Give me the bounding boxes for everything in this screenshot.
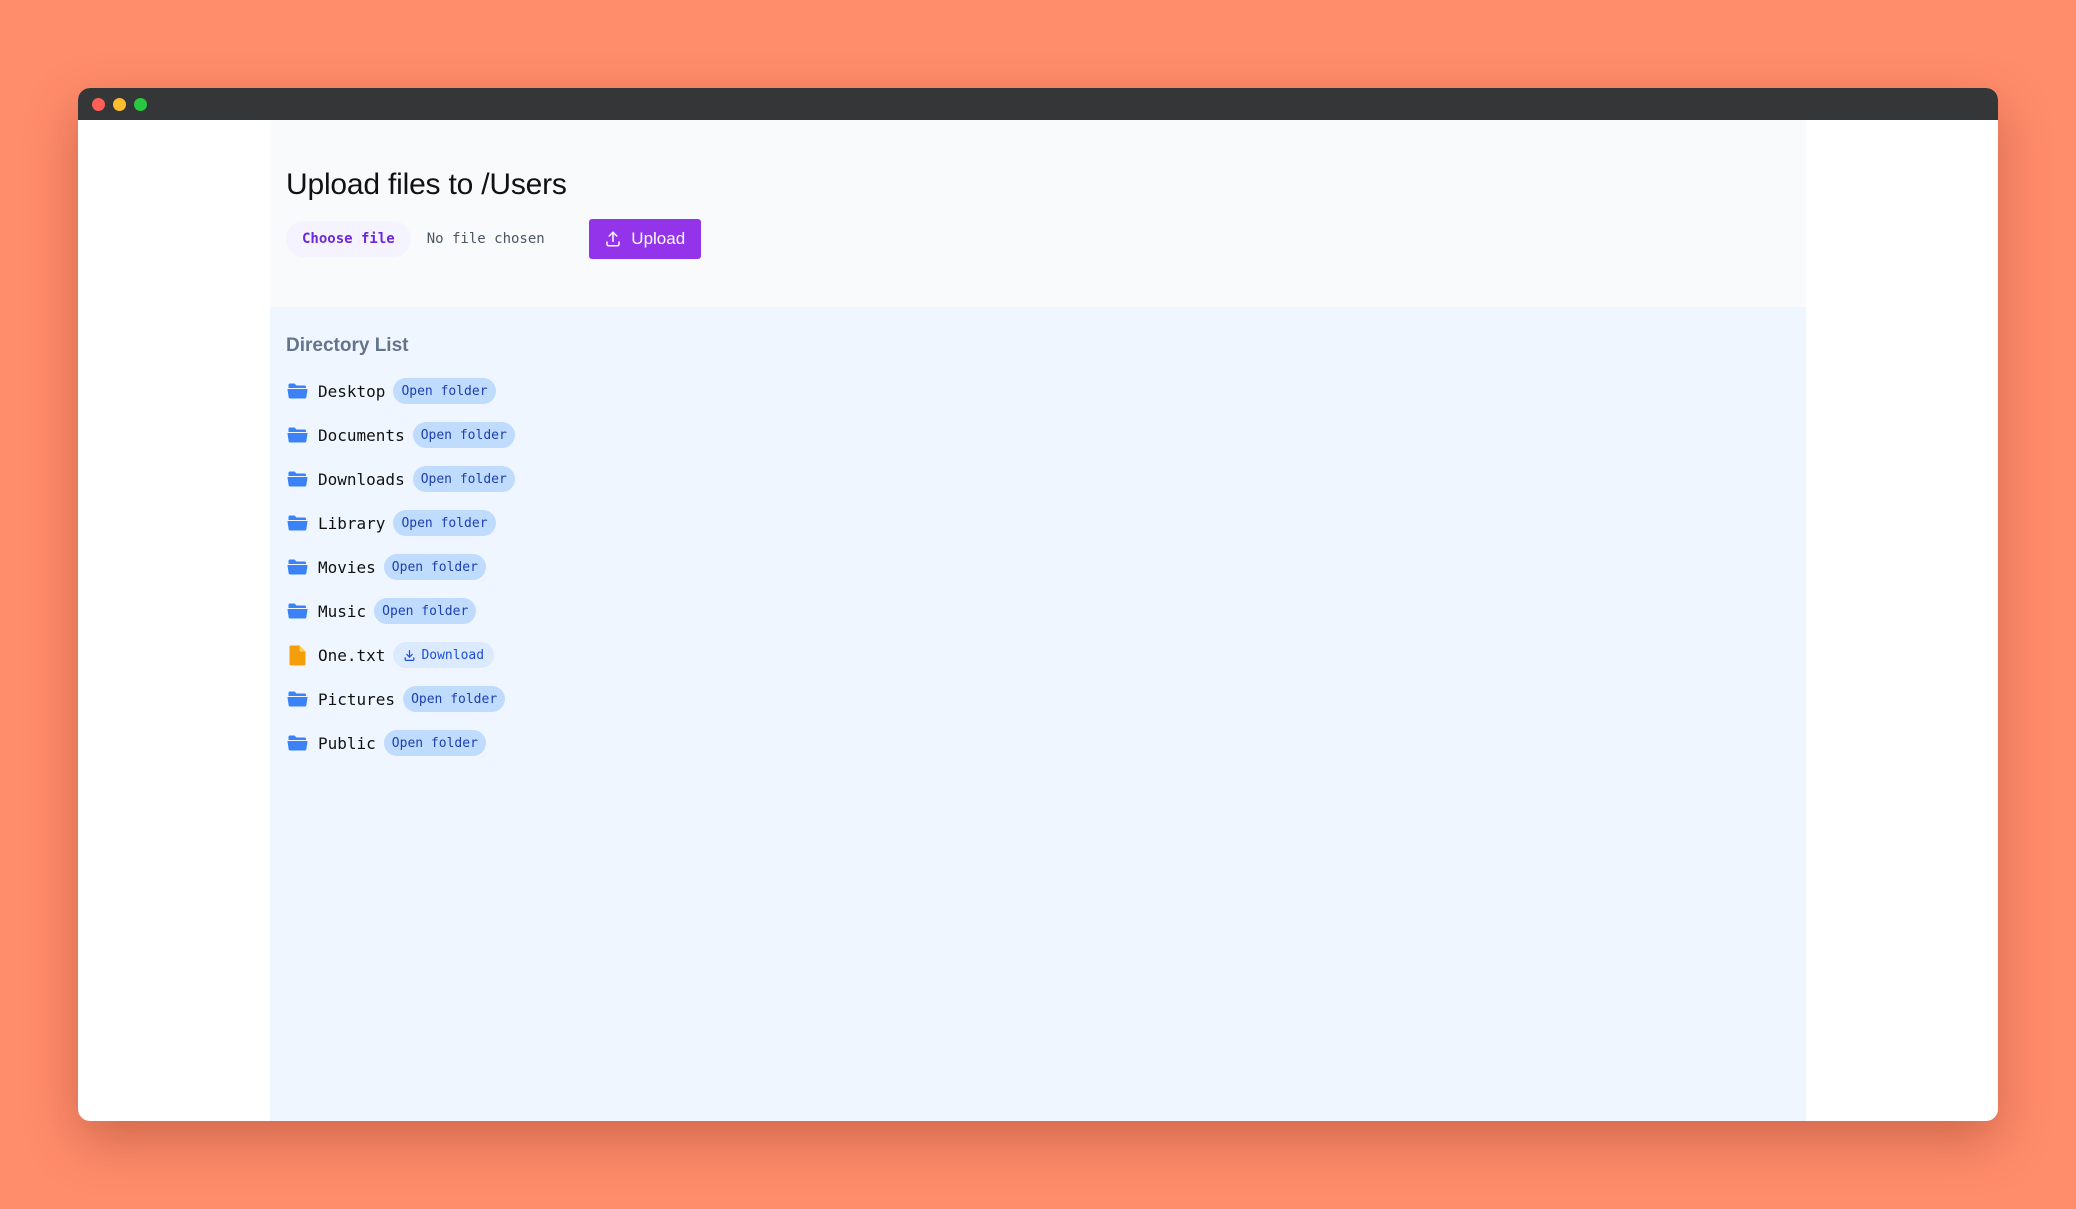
folder-icon bbox=[286, 600, 308, 622]
list-item: Movies Open folder bbox=[286, 545, 1790, 589]
item-name: Library bbox=[318, 513, 386, 533]
list-item: Music Open folder bbox=[286, 589, 1790, 633]
open-folder-button[interactable]: Open folder bbox=[412, 466, 515, 492]
file-upload-form: Choose file No file chosen Upload bbox=[286, 219, 701, 259]
open-folder-button[interactable]: Open folder bbox=[403, 686, 506, 712]
open-folder-button[interactable]: Open folder bbox=[374, 598, 477, 624]
download-icon bbox=[403, 649, 416, 662]
close-window-button[interactable] bbox=[92, 97, 105, 111]
list-item: One.txt Download bbox=[286, 633, 1790, 677]
maximize-window-button[interactable] bbox=[134, 97, 147, 111]
folder-icon bbox=[286, 732, 308, 754]
download-button[interactable]: Download bbox=[393, 642, 495, 668]
download-label: Download bbox=[421, 647, 485, 663]
folder-icon bbox=[286, 688, 308, 710]
folder-icon bbox=[286, 512, 308, 534]
open-folder-button[interactable]: Open folder bbox=[393, 510, 496, 536]
list-item: Pictures Open folder bbox=[286, 677, 1790, 721]
list-item: Desktop Open folder bbox=[286, 369, 1790, 413]
file-icon bbox=[286, 644, 308, 666]
file-status-text: No file chosen bbox=[426, 231, 545, 247]
item-name: Desktop bbox=[318, 381, 386, 401]
directory-section: Directory List Desktop Open folder Docume… bbox=[270, 307, 1806, 1121]
item-name: Movies bbox=[318, 557, 376, 577]
open-folder-button[interactable]: Open folder bbox=[383, 554, 486, 580]
directory-title: Directory List bbox=[286, 335, 409, 356]
upload-button[interactable]: Upload bbox=[588, 219, 701, 259]
list-item: Public Open folder bbox=[286, 721, 1790, 765]
folder-icon bbox=[286, 468, 308, 490]
list-item: Documents Open folder bbox=[286, 413, 1790, 457]
folder-icon bbox=[286, 424, 308, 446]
open-folder-button[interactable]: Open folder bbox=[393, 378, 496, 404]
page-content: Upload files to /Users Choose file No fi… bbox=[270, 120, 1806, 1121]
choose-file-button[interactable]: Choose file bbox=[286, 221, 411, 257]
upload-icon bbox=[606, 231, 621, 247]
upload-section: Upload files to /Users Choose file No fi… bbox=[270, 120, 1806, 307]
list-item: Downloads Open folder bbox=[286, 457, 1790, 501]
open-folder-button[interactable]: Open folder bbox=[383, 730, 486, 756]
item-name: Pictures bbox=[318, 689, 396, 709]
directory-list: Desktop Open folder Documents Open folder … bbox=[286, 369, 1790, 765]
upload-button-label: Upload bbox=[631, 229, 686, 248]
window-titlebar bbox=[78, 88, 1998, 120]
folder-icon bbox=[286, 380, 308, 402]
browser-window: Upload files to /Users Choose file No fi… bbox=[78, 88, 1998, 1121]
item-name: One.txt bbox=[318, 645, 386, 665]
item-name: Music bbox=[318, 601, 367, 621]
item-name: Public bbox=[318, 733, 376, 753]
open-folder-button[interactable]: Open folder bbox=[412, 422, 515, 448]
item-name: Documents bbox=[318, 425, 405, 445]
item-name: Downloads bbox=[318, 469, 405, 489]
folder-icon bbox=[286, 556, 308, 578]
minimize-window-button[interactable] bbox=[113, 97, 126, 111]
list-item: Library Open folder bbox=[286, 501, 1790, 545]
page-title: Upload files to /Users bbox=[286, 168, 567, 201]
